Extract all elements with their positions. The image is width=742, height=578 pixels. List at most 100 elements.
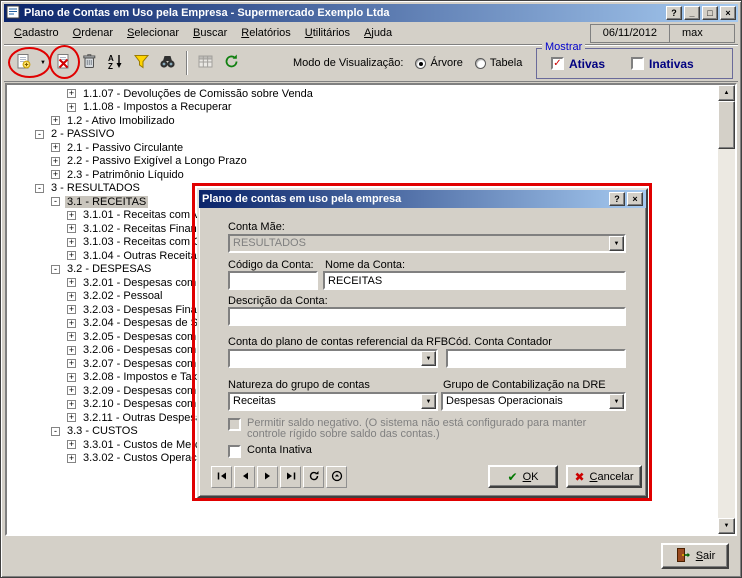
- tree-item[interactable]: +1.2 - Ativo Imobilizado: [7, 114, 718, 128]
- grupo-dre-combobox[interactable]: Despesas Operacionais ▼: [441, 392, 626, 411]
- tree-toggle[interactable]: -: [35, 184, 44, 193]
- date-display: 06/11/2012: [591, 27, 669, 39]
- show-option-label: Ativas: [569, 57, 605, 71]
- tree-toggle[interactable]: +: [67, 332, 76, 341]
- prior-record-button[interactable]: [234, 466, 255, 488]
- tree-toggle[interactable]: +: [67, 454, 76, 463]
- tree-toggle[interactable]: +: [67, 386, 76, 395]
- checkbox-icon[interactable]: ✓: [551, 57, 564, 70]
- new-record-button[interactable]: [11, 51, 36, 76]
- tree-item[interactable]: +2.3 - Patrimônio Líquido: [7, 168, 718, 182]
- natureza-grupo-combobox[interactable]: Receitas ▼: [228, 392, 438, 411]
- show-option-inativas[interactable]: Inativas: [631, 57, 694, 71]
- tree-item-label: 1.1.08 - Impostos a Recuperar: [81, 101, 234, 113]
- minimize-button[interactable]: _: [684, 6, 700, 20]
- cancelar-button[interactable]: ✖ Cancelar: [566, 465, 642, 488]
- view-option-label: Árvore: [430, 57, 462, 69]
- rfb-conta-combobox[interactable]: ▼: [228, 349, 438, 368]
- tree-toggle[interactable]: +: [67, 400, 76, 409]
- menu-item-selecionar[interactable]: Selecionar: [120, 23, 186, 43]
- menubar: CadastroOrdenarSelecionarBuscarRelatório…: [4, 22, 738, 45]
- delete-record-button[interactable]: [77, 51, 102, 76]
- descricao-conta-input[interactable]: [228, 307, 626, 326]
- help-button[interactable]: ?: [666, 6, 682, 20]
- menu-item-relatorios[interactable]: Relatórios: [234, 23, 298, 43]
- tree-item[interactable]: +1.1.07 - Devoluções de Comissão sobre V…: [7, 87, 718, 101]
- dropdown-arrow-icon[interactable]: ▼: [421, 351, 436, 366]
- menu-item-ajuda[interactable]: Ajuda: [357, 23, 399, 43]
- vertical-scrollbar[interactable]: ▲ ▼: [718, 85, 735, 534]
- nome-conta-input[interactable]: [323, 271, 626, 290]
- view-option-tabela[interactable]: Tabela: [475, 57, 522, 69]
- tree-toggle[interactable]: -: [35, 130, 44, 139]
- tree-item[interactable]: +2.2 - Passivo Exigível a Longo Prazo: [7, 155, 718, 169]
- close-button[interactable]: ×: [720, 6, 736, 20]
- last-record-button[interactable]: [280, 466, 301, 488]
- tree-toggle[interactable]: +: [67, 292, 76, 301]
- dropdown-arrow-icon[interactable]: ▼: [609, 394, 624, 409]
- view-option-arvore[interactable]: Árvore: [415, 57, 462, 69]
- tree-toggle[interactable]: +: [67, 103, 76, 112]
- refresh-record-button[interactable]: [303, 466, 324, 488]
- dropdown-arrow-icon[interactable]: ▼: [421, 394, 436, 409]
- filter-button[interactable]: [129, 51, 154, 76]
- conta-inativa-checkbox[interactable]: Conta Inativa: [228, 445, 312, 458]
- tree-toggle[interactable]: +: [67, 373, 76, 382]
- checkbox-icon[interactable]: [631, 57, 644, 70]
- tree-item-label: 3.1.02 - Receitas Financ: [81, 223, 204, 235]
- sort-button[interactable]: AZ: [103, 51, 128, 76]
- menu-item-buscar[interactable]: Buscar: [186, 23, 234, 43]
- show-option-ativas[interactable]: ✓ Ativas: [551, 57, 605, 71]
- cod-conta-contador-input[interactable]: [446, 349, 626, 368]
- radio-icon: [415, 58, 426, 69]
- mostrar-label: Mostrar: [542, 41, 585, 53]
- tree-toggle[interactable]: +: [67, 238, 76, 247]
- tree-toggle[interactable]: +: [67, 359, 76, 368]
- scrollbar-up-button[interactable]: ▲: [718, 85, 735, 101]
- tree-toggle[interactable]: +: [67, 224, 76, 233]
- menu-item-ordenar[interactable]: Ordenar: [66, 23, 120, 43]
- codigo-conta-input[interactable]: [228, 271, 318, 290]
- scrollbar-thumb[interactable]: [718, 101, 735, 149]
- commit-record-button[interactable]: [326, 466, 347, 488]
- tree-toggle[interactable]: +: [67, 319, 76, 328]
- tree-toggle[interactable]: +: [67, 346, 76, 355]
- tree-toggle[interactable]: -: [51, 427, 60, 436]
- ok-button[interactable]: ✔ OK: [488, 465, 558, 488]
- tree-item-label: 3.2.08 - Impostos e Taxa: [81, 371, 205, 383]
- tree-toggle[interactable]: +: [51, 157, 60, 166]
- cancel-record-button[interactable]: [51, 51, 76, 76]
- maximize-button[interactable]: □: [702, 6, 718, 20]
- tree-toggle[interactable]: +: [67, 413, 76, 422]
- descricao-conta-label: Descrição da Conta:: [228, 295, 328, 307]
- tree-toggle[interactable]: +: [67, 251, 76, 260]
- conta-mae-value: RESULTADOS: [233, 237, 607, 250]
- scrollbar-down-button[interactable]: ▼: [718, 518, 735, 534]
- refresh-button[interactable]: [219, 51, 244, 76]
- new-record-dropdown-button[interactable]: ▼: [37, 51, 49, 76]
- tree-toggle[interactable]: +: [51, 143, 60, 152]
- tree-item[interactable]: +2.1 - Passivo Circulante: [7, 141, 718, 155]
- tree-toggle[interactable]: +: [67, 211, 76, 220]
- tree-toggle[interactable]: +: [67, 278, 76, 287]
- tree-toggle[interactable]: +: [67, 89, 76, 98]
- prior-record-icon: [239, 470, 251, 485]
- tree-toggle[interactable]: +: [67, 305, 76, 314]
- next-record-button[interactable]: [257, 466, 278, 488]
- menu-item-utilitarios[interactable]: Utilitários: [298, 23, 357, 43]
- search-button[interactable]: [155, 51, 180, 76]
- tree-item[interactable]: +1.1.08 - Impostos a Recuperar: [7, 101, 718, 115]
- tree-toggle[interactable]: +: [51, 116, 60, 125]
- tree-item-label: 3.2.04 - Despesas de Só: [81, 317, 206, 329]
- tree-toggle[interactable]: -: [51, 265, 60, 274]
- tree-toggle[interactable]: +: [67, 440, 76, 449]
- tree-toggle[interactable]: +: [51, 170, 60, 179]
- tree-item[interactable]: -2 - PASSIVO: [7, 128, 718, 142]
- sair-button[interactable]: Sair: [661, 543, 729, 569]
- dialog-close-button[interactable]: ×: [627, 192, 643, 206]
- tree-toggle[interactable]: -: [51, 197, 60, 206]
- first-record-button[interactable]: [211, 466, 232, 488]
- menu-item-cadastro[interactable]: Cadastro: [7, 23, 66, 43]
- checkbox-icon[interactable]: [228, 445, 241, 458]
- dialog-help-button[interactable]: ?: [609, 192, 625, 206]
